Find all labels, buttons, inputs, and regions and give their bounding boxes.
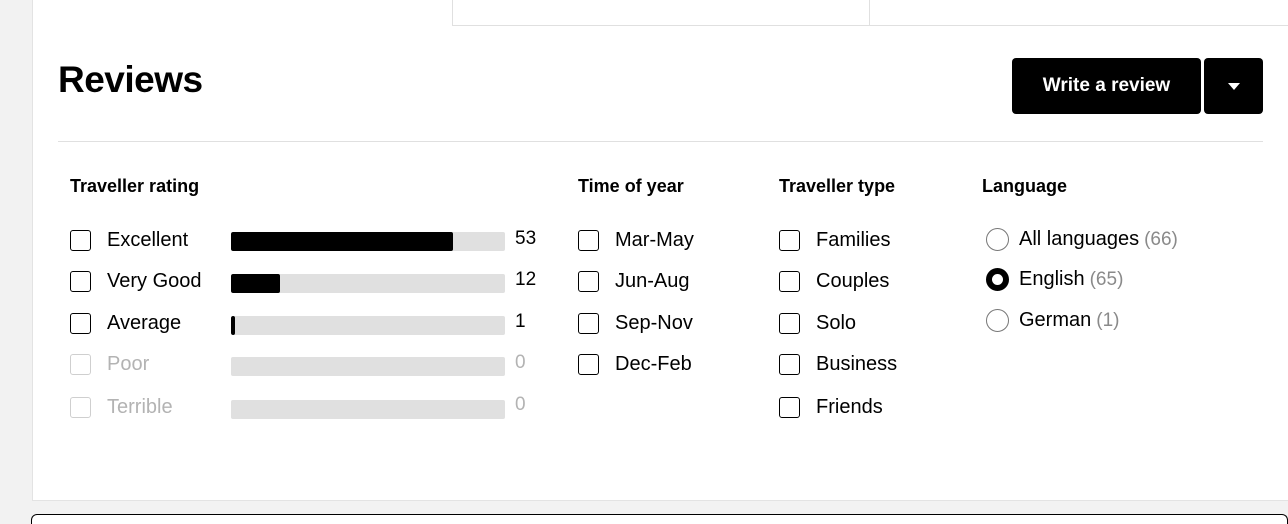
- rating-bar: [231, 274, 505, 293]
- type-label: Business: [816, 353, 898, 375]
- type-label: Couples: [816, 270, 890, 292]
- time-filter-dec-feb[interactable]: Dec-Feb: [578, 351, 692, 377]
- checkbox[interactable]: [779, 229, 800, 251]
- checkbox[interactable]: [779, 396, 800, 418]
- checkbox[interactable]: [70, 270, 91, 292]
- previous-section-cell: [869, 0, 1288, 26]
- time-label: Jun-Aug: [615, 270, 690, 292]
- language-option-all[interactable]: All languages (66): [986, 226, 1178, 252]
- checkbox[interactable]: [779, 270, 800, 292]
- radio-button-selected[interactable]: [986, 267, 1009, 291]
- rating-filter-excellent[interactable]: Excellent: [70, 227, 188, 253]
- section-divider: [58, 141, 1263, 142]
- language-name: All languages: [1019, 227, 1140, 250]
- rating-count: 0: [515, 394, 526, 415]
- checkbox: [70, 353, 91, 375]
- rating-label: Terrible: [107, 396, 173, 418]
- rating-bar: [231, 400, 505, 419]
- language-option-german[interactable]: German (1): [986, 307, 1119, 333]
- time-filter-mar-may[interactable]: Mar-May: [578, 227, 694, 253]
- language-count: (65): [1089, 268, 1124, 290]
- rating-count: 1: [515, 311, 526, 332]
- rating-bar: [231, 232, 505, 251]
- rating-bar: [231, 357, 505, 376]
- rating-filter-average[interactable]: Average: [70, 310, 181, 336]
- rating-count: 0: [515, 352, 526, 373]
- traveller-rating-heading: Traveller rating: [70, 176, 200, 196]
- time-label: Dec-Feb: [615, 353, 692, 375]
- previous-section-cells: [452, 0, 1288, 26]
- page-title: Reviews: [58, 59, 203, 100]
- checkbox: [70, 396, 91, 418]
- next-section-box: [31, 514, 1288, 524]
- language-count: (1): [1096, 309, 1120, 331]
- checkbox[interactable]: [578, 229, 599, 251]
- checkbox[interactable]: [578, 312, 599, 334]
- language-label: English (65): [1019, 266, 1123, 293]
- radio-button[interactable]: [986, 227, 1009, 251]
- rating-count: 12: [515, 269, 537, 290]
- language-count: (66): [1144, 228, 1178, 250]
- type-label: Friends: [816, 396, 883, 418]
- language-name: German: [1019, 308, 1092, 331]
- type-filter-solo[interactable]: Solo: [779, 310, 856, 336]
- reviews-card: Reviews Write a review Traveller rating …: [32, 0, 1288, 501]
- rating-bar: [231, 316, 505, 335]
- checkbox[interactable]: [779, 312, 800, 334]
- checkbox[interactable]: [70, 229, 91, 251]
- rating-label: Excellent: [107, 229, 189, 251]
- rating-label: Average: [107, 312, 182, 334]
- type-filter-business[interactable]: Business: [779, 351, 897, 377]
- radio-button[interactable]: [986, 308, 1009, 332]
- rating-filter-terrible: Terrible: [70, 394, 173, 420]
- language-label: German (1): [1019, 307, 1119, 334]
- time-label: Sep-Nov: [615, 312, 693, 334]
- language-label: All languages (66): [1019, 226, 1178, 253]
- language-heading: Language: [982, 176, 1068, 196]
- rating-bar-fill: [231, 274, 281, 293]
- checkbox[interactable]: [779, 353, 800, 375]
- type-label: Solo: [816, 312, 857, 334]
- time-label: Mar-May: [615, 229, 694, 251]
- previous-section-cell: [452, 0, 870, 26]
- rating-bar-fill: [231, 232, 453, 251]
- time-filter-sep-nov[interactable]: Sep-Nov: [578, 310, 693, 336]
- checkbox[interactable]: [70, 312, 91, 334]
- traveller-type-heading: Traveller type: [779, 176, 896, 196]
- review-options-dropdown-button[interactable]: [1204, 58, 1263, 114]
- checkbox[interactable]: [578, 270, 599, 292]
- type-filter-families[interactable]: Families: [779, 227, 890, 253]
- language-option-english[interactable]: English (65): [986, 266, 1123, 292]
- type-filter-friends[interactable]: Friends: [779, 394, 883, 420]
- time-of-year-heading: Time of year: [578, 176, 684, 196]
- rating-count: 53: [515, 228, 537, 249]
- write-review-button[interactable]: Write a review: [1012, 58, 1201, 114]
- rating-filter-poor: Poor: [70, 351, 149, 377]
- type-filter-couples[interactable]: Couples: [779, 268, 889, 294]
- time-filter-jun-aug[interactable]: Jun-Aug: [578, 268, 690, 294]
- rating-label: Very Good: [107, 270, 202, 292]
- rating-filter-very-good[interactable]: Very Good: [70, 268, 202, 294]
- type-label: Families: [816, 229, 891, 251]
- caret-down-icon: [1227, 82, 1240, 90]
- checkbox[interactable]: [578, 353, 599, 375]
- rating-label: Poor: [107, 353, 150, 375]
- language-name: English: [1019, 267, 1085, 290]
- rating-bar-fill: [231, 316, 236, 335]
